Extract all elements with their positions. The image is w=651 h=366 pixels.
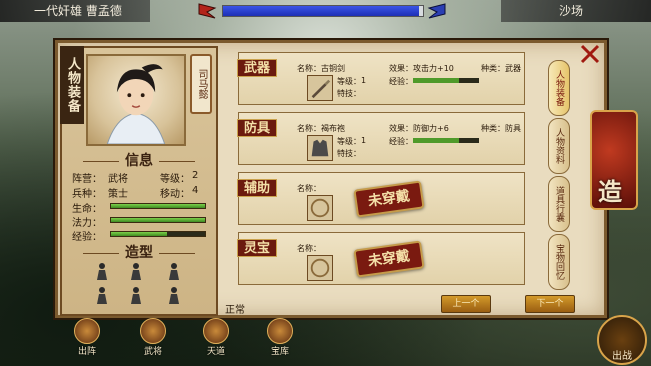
model-sprite-icon[interactable]	[166, 262, 182, 280]
weapon-effect-label: 效果：	[389, 64, 413, 73]
exp-label: 经验：	[72, 232, 102, 243]
tab-treasure[interactable]: 宝物回忆	[548, 234, 570, 290]
top-bar: 一代奸雄 曹孟德 沙场	[0, 0, 651, 24]
hp-bar	[110, 203, 206, 209]
model-sprite-icon[interactable]	[166, 286, 182, 304]
hero-title: 一代奸雄 曹孟德	[0, 0, 150, 22]
hero-portrait	[86, 54, 186, 146]
bottom-deploy-button[interactable]: 出阵	[72, 318, 102, 358]
generals-icon	[140, 318, 166, 344]
armor-exp-bar	[413, 138, 479, 143]
bottom-heaven-button[interactable]: 天道	[201, 318, 231, 358]
auxiliary-slot[interactable]: 辅助 名称： 未穿戴	[237, 172, 525, 225]
armor-name-value: 褐布袍	[321, 124, 345, 133]
weapon-kind-value: 武器	[505, 64, 521, 73]
bottom-generals-button[interactable]: 武将	[138, 318, 168, 358]
bottom-treasury-button[interactable]: 宝库	[265, 318, 295, 358]
armor-name-label: 名称：	[297, 124, 321, 133]
level-value: 2	[192, 170, 199, 181]
weapon-level-value: 1	[361, 76, 367, 85]
armor-tag: 防具	[237, 119, 277, 137]
camp-value: 武将	[108, 174, 128, 185]
battle-progress-fill	[223, 6, 419, 16]
model-sprite-icon[interactable]	[94, 262, 110, 280]
weapon-slot[interactable]: 武器 名称： 古铜剑 等级： 1 特技： 效果： 攻击力+10 经验： 种类： …	[237, 52, 525, 105]
treasury-icon	[267, 318, 293, 344]
armor-kind-label: 种类：	[481, 124, 505, 133]
armor-effect-value: 防御力+6	[413, 124, 449, 133]
battle-progress-bar	[222, 5, 424, 17]
armor-kind-value: 防具	[505, 124, 521, 133]
robe-icon	[307, 135, 333, 161]
unit-type-label: 兵种：	[72, 189, 102, 200]
weapon-exp-label: 经验：	[389, 77, 413, 86]
tab-profile[interactable]: 人物资料	[548, 118, 570, 174]
unit-type-value: 策士	[108, 189, 128, 200]
tab-inventory[interactable]: 道具行囊	[548, 176, 570, 232]
armor-slot[interactable]: 防具 名称： 褐布袍 等级： 1 特技： 效果： 防御力+6 经验： 种类： 防…	[237, 112, 525, 165]
weapon-kind-label: 种类：	[481, 64, 505, 73]
not-equipped-stamp: 未穿戴	[353, 240, 425, 278]
empty-slot-icon	[307, 195, 333, 221]
camp-label: 阵营：	[72, 174, 102, 185]
heaven-icon	[203, 318, 229, 344]
hero-name-scroll: 司马懿	[190, 54, 212, 114]
armor-effect-label: 效果：	[389, 124, 413, 133]
hero-portrait-image	[106, 64, 166, 145]
status-text: 正常	[225, 305, 245, 316]
model-sprite-icon[interactable]	[128, 286, 144, 304]
model-sprite-icon[interactable]	[94, 286, 110, 304]
model-sprite-icon[interactable]	[128, 262, 144, 280]
move-value: 4	[192, 185, 199, 196]
treasure-name-label: 名称：	[297, 244, 321, 253]
sword-icon	[307, 75, 333, 101]
battle-button[interactable]: 出战	[597, 315, 647, 365]
weapon-exp-bar	[413, 78, 479, 83]
move-label: 移动：	[160, 189, 190, 200]
mp-label: 法力：	[72, 218, 102, 229]
location-label: 沙场	[501, 0, 651, 22]
prev-button[interactable]: 上一个	[441, 295, 491, 313]
red-army-flag-icon	[198, 3, 217, 19]
close-icon[interactable]	[578, 42, 602, 66]
treasure-slot[interactable]: 灵宝 名称： 未穿戴	[237, 232, 525, 285]
weapon-name-label: 名称：	[297, 64, 321, 73]
deploy-icon	[74, 318, 100, 344]
not-equipped-stamp: 未穿戴	[353, 180, 425, 218]
weapon-tag: 武器	[237, 59, 277, 77]
armor-level-value: 1	[361, 136, 367, 145]
level-label: 等级：	[160, 174, 190, 185]
next-button[interactable]: 下一个	[525, 295, 575, 313]
weapon-name-value: 古铜剑	[321, 64, 345, 73]
weapon-effect-value: 攻击力+10	[413, 64, 454, 73]
armor-special-label: 特技：	[337, 149, 361, 158]
exp-bar	[110, 231, 206, 237]
auxiliary-name-label: 名称：	[297, 184, 321, 193]
tab-equipment[interactable]: 人物装备	[548, 60, 570, 116]
hp-label: 生命：	[72, 204, 102, 215]
weapon-special-label: 特技：	[337, 89, 361, 98]
armor-exp-label: 经验：	[389, 137, 413, 146]
forge-button[interactable]: 造	[590, 110, 638, 210]
weapon-level-label: 等级：	[337, 77, 361, 86]
panel-title: 人物装备	[60, 46, 84, 124]
mp-bar	[110, 217, 206, 223]
blue-army-flag-icon	[427, 3, 446, 19]
model-heading: 造型	[60, 242, 218, 262]
treasure-tag: 灵宝	[237, 239, 277, 257]
armor-level-label: 等级：	[337, 137, 361, 146]
empty-slot-icon	[307, 255, 333, 281]
info-heading: 信息	[60, 150, 218, 170]
auxiliary-tag: 辅助	[237, 179, 277, 197]
